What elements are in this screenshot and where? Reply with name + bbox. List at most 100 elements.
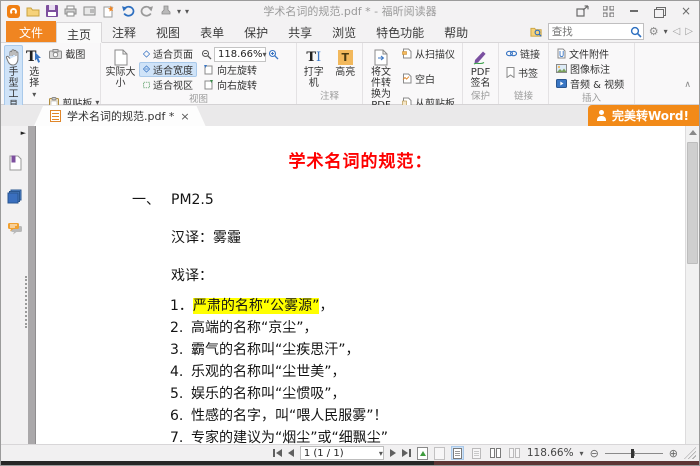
continuous-facing-mode-button[interactable]	[508, 446, 521, 460]
hand-tool-button[interactable]: 手型工具	[4, 45, 23, 112]
customize-qat-icon[interactable]: ▾	[185, 7, 189, 16]
zoom-in-button[interactable]: ⊕	[669, 447, 678, 460]
tab-comment[interactable]: 注释	[102, 21, 146, 42]
bookmark-button[interactable]: 书签	[502, 65, 544, 80]
find-next-icon[interactable]: ▷	[685, 26, 693, 37]
audio-video-button[interactable]: 音频 & 视频	[552, 76, 628, 91]
blank-document-button[interactable]: 空白	[398, 71, 459, 86]
first-page-button[interactable]	[273, 447, 282, 459]
bookmarks-panel-icon[interactable]	[8, 155, 22, 171]
find-previous-icon[interactable]: ◁	[673, 26, 681, 37]
single-page-mode-button[interactable]	[451, 446, 464, 460]
snapshot-button[interactable]: 截图	[45, 46, 103, 61]
document-tab[interactable]: 学术名词的规范.pdf * ×	[34, 106, 206, 126]
fit-visible-button[interactable]: 适合视区	[139, 77, 197, 92]
close-button[interactable]: ×	[678, 5, 694, 18]
rotate-right-button[interactable]: 向右旋转	[199, 77, 293, 92]
search-icon[interactable]	[630, 25, 643, 38]
scrollbar-thumb[interactable]	[687, 142, 698, 264]
zoom-slider[interactable]	[605, 448, 663, 459]
pages-panel-icon[interactable]	[7, 189, 22, 204]
group-label-comment: 注释	[297, 91, 362, 104]
tab-file[interactable]: 文件	[6, 21, 56, 42]
redo-icon[interactable]	[139, 4, 154, 18]
status-zoom-dropdown-icon[interactable]: ▾	[580, 449, 584, 458]
comments-panel-icon[interactable]	[7, 222, 23, 235]
zoom-slider-thumb[interactable]	[631, 449, 634, 458]
link-button[interactable]: 链接	[502, 46, 544, 61]
window-resize-grip[interactable]	[684, 447, 696, 459]
panel-resize-handle[interactable]	[25, 276, 27, 328]
open-file-icon[interactable]	[25, 4, 40, 18]
continuous-mode-button[interactable]	[470, 446, 483, 460]
zoom-rotate-buttons: 118.66% ▾ 向左旋转 向右旋转	[199, 45, 293, 94]
search-input[interactable]	[549, 26, 630, 38]
print-icon[interactable]	[63, 4, 78, 18]
tab-view[interactable]: 视图	[146, 21, 190, 42]
tab-share[interactable]: 共享	[278, 21, 322, 42]
highlight-button[interactable]: T 高亮	[332, 45, 360, 91]
tab-protect[interactable]: 保护	[234, 21, 278, 42]
pdf-sign-button[interactable]: PDF签名	[466, 45, 495, 91]
select-tool-button[interactable]: T 选择 ▾	[25, 45, 43, 112]
minimize-button[interactable]	[626, 5, 642, 18]
navigation-sidebar: ►	[1, 126, 28, 444]
previous-page-button[interactable]	[288, 447, 294, 459]
search-settings-dropdown-icon[interactable]: ▾	[664, 27, 668, 36]
last-page-button[interactable]	[402, 447, 411, 459]
vertical-scrollbar[interactable]	[685, 126, 699, 444]
previous-view-button[interactable]	[417, 447, 428, 460]
image-annotation-button[interactable]: 图像标注	[552, 61, 628, 76]
search-settings-gear-icon[interactable]: ⚙	[649, 25, 659, 38]
collapse-ribbon-icon[interactable]: ∧	[684, 80, 691, 90]
from-scanner-button[interactable]: 从扫描仪	[398, 46, 459, 61]
foxit-logo-icon[interactable]	[6, 4, 21, 18]
share-icon[interactable]	[574, 5, 590, 18]
page-dropdown-icon[interactable]: ▾	[379, 449, 383, 458]
save-icon[interactable]	[44, 4, 59, 18]
sidebar-expand-icon[interactable]: ►	[21, 129, 26, 137]
rotate-left-button[interactable]: 向左旋转	[199, 62, 293, 77]
select-text-icon: T	[26, 47, 42, 67]
layout-grid-icon[interactable]	[600, 5, 616, 18]
undo-icon[interactable]	[120, 4, 135, 18]
zoom-out-button[interactable]: ⊖	[590, 447, 599, 460]
restore-button[interactable]	[652, 5, 668, 18]
zoom-out-magnifier-icon[interactable]	[201, 49, 212, 60]
window-controls: ×	[574, 5, 694, 18]
tab-help[interactable]: 帮助	[434, 21, 478, 42]
convert-to-word-button[interactable]: 完美转Word!	[588, 105, 699, 126]
highlighted-text: 严肃的名称“公雾源”	[193, 298, 320, 314]
ribbon-group-tools: 手型工具 T 选择 ▾ 截图	[1, 43, 101, 104]
tab-features[interactable]: 特色功能	[366, 21, 434, 42]
zoom-value-box[interactable]: 118.66% ▾	[214, 47, 266, 62]
typewriter-button[interactable]: TI 打字机	[300, 45, 328, 91]
convert-to-pdf-button[interactable]: 将文件转换为PDF	[366, 45, 396, 112]
next-page-button[interactable]	[390, 447, 396, 459]
tab-form[interactable]: 表单	[190, 21, 234, 42]
list-item: 1． 严肃的名称“公雾源”，	[170, 299, 685, 314]
new-document-icon[interactable]	[101, 4, 116, 18]
fit-width-button[interactable]: 适合宽度	[139, 62, 197, 77]
scanner-page-icon	[402, 48, 412, 59]
mail-icon[interactable]	[82, 4, 97, 18]
tab-home[interactable]: 主页	[56, 22, 102, 43]
list-item: 3. 霸气的名称叫“尘疾思汗”，	[170, 343, 685, 358]
facing-mode-button[interactable]	[489, 446, 502, 460]
zoom-in-magnifier-icon[interactable]	[268, 49, 279, 60]
search-folder-icon[interactable]	[530, 25, 543, 38]
titlebar: 学术名词的规范.pdf * - 福昕阅读器	[1, 1, 699, 21]
actual-size-button[interactable]: 实际大小	[104, 45, 137, 94]
panel-divider[interactable]	[28, 126, 36, 444]
file-attachment-button[interactable]: 文件附件	[552, 46, 628, 61]
fit-page-button[interactable]: 适合页面	[139, 46, 197, 61]
scroll-up-icon[interactable]	[689, 130, 697, 135]
list-item: 7. 专家的建议为“烟尘”或“细飘尘”	[170, 431, 685, 444]
tab-browse[interactable]: 浏览	[322, 21, 366, 42]
stamp-tool-icon[interactable]	[158, 4, 173, 18]
next-view-button[interactable]	[434, 447, 445, 460]
stamp-dropdown-icon[interactable]: ▾	[177, 7, 181, 16]
list-item: 2. 高端的名称“京尘”，	[170, 321, 685, 336]
page-number-input[interactable]	[301, 448, 379, 459]
close-document-icon[interactable]: ×	[180, 110, 189, 123]
